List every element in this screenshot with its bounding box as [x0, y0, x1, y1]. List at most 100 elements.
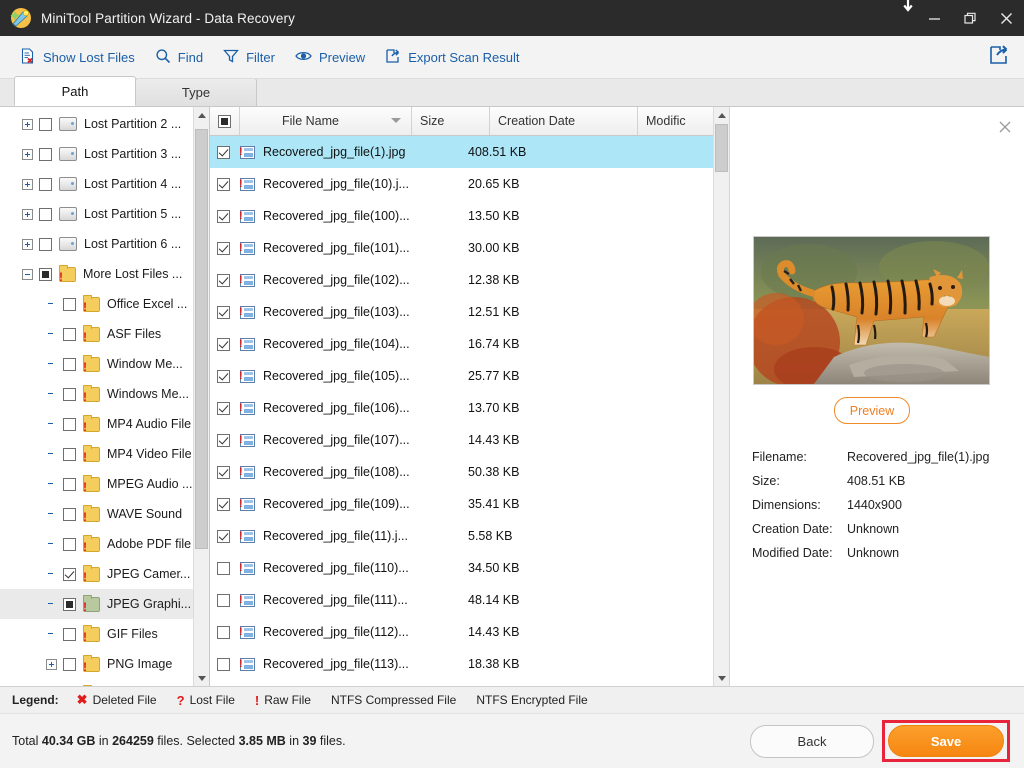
toolbar-find[interactable]: Find: [145, 44, 213, 71]
expand-icon[interactable]: [46, 658, 57, 670]
row-checkbox[interactable]: [217, 177, 230, 191]
tree-node-checkbox[interactable]: [63, 507, 76, 521]
table-row[interactable]: ! Recovered_jpg_file(113)... 18.38 KB: [210, 648, 729, 680]
table-row[interactable]: ! Recovered_jpg_file(107)... 14.43 KB: [210, 424, 729, 456]
row-checkbox[interactable]: [217, 305, 230, 319]
tree-node-checkbox[interactable]: [63, 567, 76, 581]
table-row[interactable]: ! Recovered_jpg_file(1).jpg 408.51 KB: [210, 136, 729, 168]
tree-node-checkbox[interactable]: [63, 477, 76, 491]
tree-node[interactable]: ! Window Me...: [0, 349, 193, 379]
tree-scroll-up-button[interactable]: [194, 107, 209, 123]
table-row[interactable]: ! Recovered_jpg_file(105)... 25.77 KB: [210, 360, 729, 392]
tree-node-checkbox[interactable]: [63, 297, 76, 311]
expand-icon[interactable]: [22, 238, 33, 250]
row-checkbox[interactable]: [217, 497, 230, 511]
table-row[interactable]: ! Recovered_jpg_file(10).j... 20.65 KB: [210, 168, 729, 200]
row-checkbox[interactable]: [217, 209, 230, 223]
tree-node[interactable]: ! MP4 Video File: [0, 439, 193, 469]
expand-icon[interactable]: [22, 178, 33, 190]
column-header-size[interactable]: Size: [412, 107, 490, 135]
row-checkbox[interactable]: [217, 145, 230, 159]
tree-node[interactable]: ! JPEG Graphi...: [0, 589, 193, 619]
row-checkbox[interactable]: [217, 241, 230, 255]
file-list-scrollbar[interactable]: [713, 107, 729, 686]
tree-node[interactable]: ! JPEG Camer...: [0, 559, 193, 589]
tree-node-checkbox[interactable]: [39, 237, 52, 251]
tree-node[interactable]: ! PNG Image: [0, 649, 193, 679]
row-checkbox[interactable]: [217, 529, 230, 543]
row-checkbox[interactable]: [217, 369, 230, 383]
tree-node[interactable]: Lost Partition 2 ...: [0, 109, 193, 139]
list-scroll-thumb[interactable]: [715, 124, 728, 172]
row-checkbox[interactable]: [217, 561, 230, 575]
tree-node[interactable]: !SWF File: [0, 679, 193, 686]
tree-scroll-thumb[interactable]: [195, 129, 208, 549]
table-row[interactable]: ! Recovered_jpg_file(106)... 13.70 KB: [210, 392, 729, 424]
tree-node[interactable]: ! Adobe PDF file: [0, 529, 193, 559]
tree-node-checkbox[interactable]: [63, 537, 76, 551]
table-row[interactable]: ! Recovered_jpg_file(108)... 50.38 KB: [210, 456, 729, 488]
table-row[interactable]: ! Recovered_jpg_file(109)... 35.41 KB: [210, 488, 729, 520]
tree-scrollbar[interactable]: [193, 107, 209, 686]
toolbar-filter[interactable]: Filter: [213, 44, 285, 71]
tree-node-checkbox[interactable]: [39, 207, 52, 221]
table-row[interactable]: ! Recovered_jpg_file(112)... 14.43 KB: [210, 616, 729, 648]
tree-node-checkbox[interactable]: [39, 177, 52, 191]
maximize-button[interactable]: [952, 0, 988, 36]
tree-node-checkbox[interactable]: [63, 657, 76, 671]
expand-icon[interactable]: [22, 118, 33, 130]
row-checkbox[interactable]: [217, 273, 230, 287]
expand-icon[interactable]: [22, 208, 33, 220]
tree-scroll-down-button[interactable]: [194, 670, 209, 686]
list-scroll-down-button[interactable]: [714, 670, 729, 686]
preview-button[interactable]: Preview: [834, 397, 910, 424]
tree-node-checkbox[interactable]: [63, 327, 76, 341]
row-checkbox[interactable]: [217, 625, 230, 639]
tree-node[interactable]: ! GIF Files: [0, 619, 193, 649]
tree-node[interactable]: ! MP4 Audio File: [0, 409, 193, 439]
tree-node[interactable]: ! More Lost Files ...: [0, 259, 193, 289]
tree-node[interactable]: ! Windows Me...: [0, 379, 193, 409]
table-row[interactable]: ! Recovered_jpg_file(111)... 48.14 KB: [210, 584, 729, 616]
tree-node[interactable]: Lost Partition 6 ...: [0, 229, 193, 259]
row-checkbox[interactable]: [217, 593, 230, 607]
table-row[interactable]: ! Recovered_jpg_file(100)... 13.50 KB: [210, 200, 729, 232]
row-checkbox[interactable]: [217, 465, 230, 479]
tree-node-checkbox[interactable]: [63, 447, 76, 461]
tree-node-checkbox[interactable]: [63, 387, 76, 401]
tree-node[interactable]: Lost Partition 3 ...: [0, 139, 193, 169]
row-checkbox[interactable]: [217, 401, 230, 415]
tree-node-checkbox[interactable]: [63, 597, 76, 611]
tree-node[interactable]: Lost Partition 4 ...: [0, 169, 193, 199]
tree-node-checkbox[interactable]: [63, 357, 76, 371]
tree-node[interactable]: ! Office Excel ...: [0, 289, 193, 319]
toolbar-preview[interactable]: Preview: [285, 44, 375, 71]
tree-node-checkbox[interactable]: [39, 147, 52, 161]
minimize-button[interactable]: [916, 0, 952, 36]
tree-node-checkbox[interactable]: [63, 627, 76, 641]
table-row[interactable]: ! Recovered_jpg_file(103)... 12.51 KB: [210, 296, 729, 328]
tree-node[interactable]: ! MPEG Audio ...: [0, 469, 193, 499]
tree-node[interactable]: Lost Partition 5 ...: [0, 199, 193, 229]
tab-path[interactable]: Path: [14, 76, 136, 106]
toolbar-show-lost-files[interactable]: Show Lost Files: [10, 44, 145, 71]
table-row[interactable]: ! Recovered_jpg_file(11).j... 5.58 KB: [210, 520, 729, 552]
save-button[interactable]: Save: [888, 725, 1004, 757]
column-header-creation-date[interactable]: Creation Date: [490, 107, 638, 135]
column-header-file-name[interactable]: File Name: [240, 107, 412, 135]
tree-node-checkbox[interactable]: [63, 417, 76, 431]
preview-close-icon[interactable]: [996, 118, 1014, 136]
row-checkbox[interactable]: [217, 337, 230, 351]
list-scroll-up-button[interactable]: [714, 107, 729, 123]
table-row[interactable]: !Recovered_jpg_file(114)...103.90 KB: [210, 680, 729, 686]
back-button[interactable]: Back: [750, 725, 874, 758]
collapse-icon[interactable]: [22, 268, 33, 280]
table-row[interactable]: ! Recovered_jpg_file(110)... 34.50 KB: [210, 552, 729, 584]
close-button[interactable]: [988, 0, 1024, 36]
table-row[interactable]: ! Recovered_jpg_file(102)... 12.38 KB: [210, 264, 729, 296]
tree-node-checkbox[interactable]: [39, 267, 52, 281]
select-all-header[interactable]: [210, 107, 240, 135]
row-checkbox[interactable]: [217, 657, 230, 671]
tree-node[interactable]: ! WAVE Sound: [0, 499, 193, 529]
table-row[interactable]: ! Recovered_jpg_file(104)... 16.74 KB: [210, 328, 729, 360]
